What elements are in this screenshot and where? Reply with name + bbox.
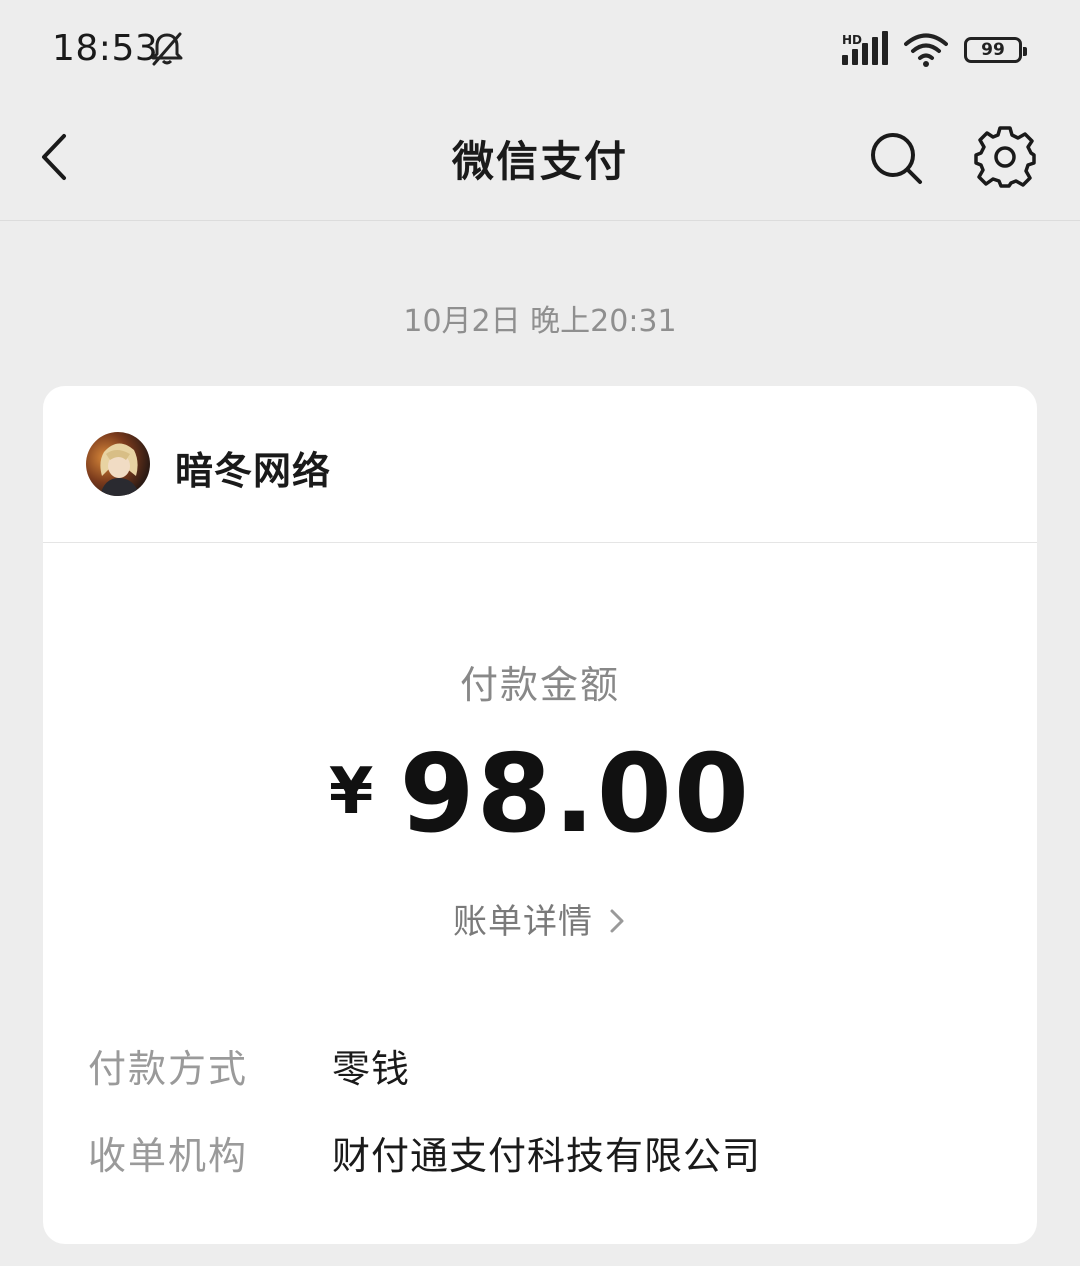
status-bar: 18:53 HD 99 [0,0,1080,100]
nav-bar: 微信支付 [0,100,1080,221]
detail-row-payment-method: 付款方式 零钱 [88,1038,988,1098]
merchant-avatar [86,432,150,496]
payment-amount: 98.00 [399,732,752,857]
payment-card: 暗冬网络 付款金额 ¥98.00 账单详情 付款方式 零钱 收单机构 财付通支付… [43,386,1037,1244]
search-icon[interactable] [866,128,926,188]
detail-value: 零钱 [332,1047,411,1091]
transaction-timestamp: 10月2日 晚上20:31 [403,304,677,339]
signal-icon: HD [842,31,888,67]
battery-icon: 99 [964,37,1027,63]
bill-details-label: 账单详情 [453,902,593,942]
wifi-icon [904,33,948,67]
status-indicators: HD 99 [842,30,1027,70]
bill-details-link[interactable]: 账单详情 [43,894,1037,943]
currency-symbol: ¥ [328,755,374,829]
chevron-right-icon [610,909,624,933]
detail-label: 付款方式 [88,1047,249,1091]
gear-icon[interactable] [972,124,1038,190]
bell-off-icon [151,32,183,66]
amount-label: 付款金额 [459,663,620,707]
detail-value: 财付通支付科技有限公司 [332,1134,762,1178]
amount-row: ¥98.00 [43,732,1037,857]
merchant-row[interactable]: 暗冬网络 [43,386,1037,543]
detail-row-acquirer: 收单机构 财付通支付科技有限公司 [88,1125,988,1185]
detail-label: 收单机构 [88,1134,249,1178]
signal-label: HD [842,33,863,47]
status-time: 18:53 [52,28,159,69]
merchant-name: 暗冬网络 [175,449,332,493]
